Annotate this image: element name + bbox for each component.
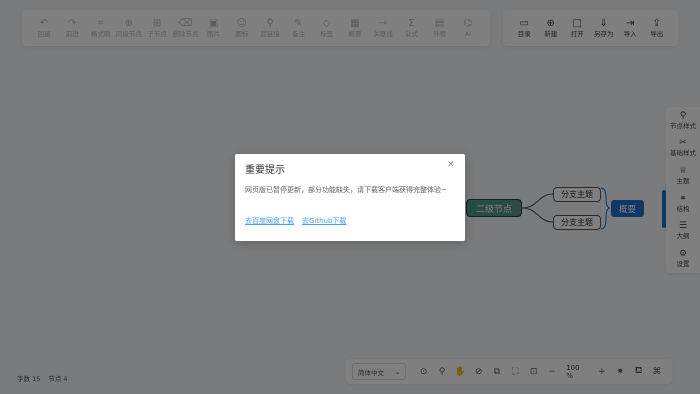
notice-dialog: 重要提示 ✕ 网页版已暂停更新，部分功能缺失，请下载客户端获得完整体验~ 去百度… [235, 154, 465, 241]
dialog-links: 去百度网盘下载 去Github下载 [245, 216, 346, 226]
close-icon[interactable]: ✕ [447, 160, 455, 170]
github-download-link[interactable]: 去Github下载 [302, 216, 346, 226]
baidu-download-link[interactable]: 去百度网盘下载 [245, 216, 294, 226]
dialog-message: 网页版已暂停更新，部分功能缺失，请下载客户端获得完整体验~ [245, 186, 447, 194]
dialog-title: 重要提示 [245, 165, 285, 176]
